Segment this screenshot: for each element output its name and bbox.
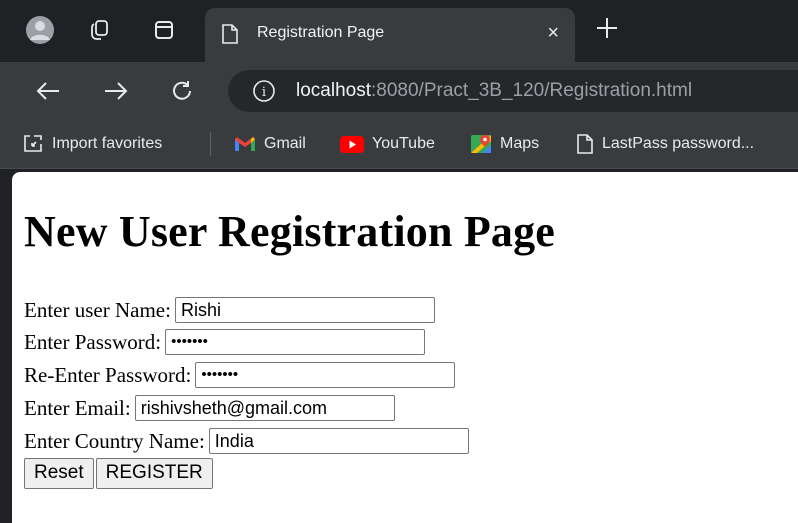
country-input[interactable]: India: [208, 428, 469, 454]
reset-button[interactable]: Reset: [24, 457, 94, 489]
workspaces-icon[interactable]: [82, 12, 118, 48]
youtube-icon: [340, 135, 364, 153]
profile-avatar-icon[interactable]: [22, 12, 58, 48]
country-label: Enter Country Name:: [24, 428, 205, 453]
country-row: Enter Country Name: India: [24, 426, 469, 456]
import-icon: [24, 135, 42, 152]
bookmark-lastpass[interactable]: LastPass password...: [576, 132, 754, 156]
url-text[interactable]: localhost:8080/Pract_3B_120/Registration…: [296, 80, 692, 102]
email-label: Enter Email:: [24, 395, 131, 420]
username-label: Enter user Name:: [24, 297, 171, 322]
navigation-toolbar: i localhost:8080/Pract_3B_120/Registrati…: [0, 62, 798, 120]
maps-icon: [471, 135, 491, 153]
page-icon: [577, 134, 593, 154]
tab-registration[interactable]: Registration Page ×: [205, 8, 575, 62]
reenter-password-input[interactable]: •••••••: [195, 362, 456, 388]
bookmark-label: LastPass password...: [602, 135, 755, 152]
close-tab-icon[interactable]: ×: [547, 22, 559, 44]
bookmark-separator: [210, 132, 211, 156]
reload-icon[interactable]: [166, 75, 198, 107]
forward-arrow-icon[interactable]: [100, 75, 132, 107]
page-title: New User Registration Page: [24, 207, 556, 256]
reenter-password-label: Re-Enter Password:: [24, 362, 192, 387]
address-bar[interactable]: i localhost:8080/Pract_3B_120/Registrati…: [228, 70, 798, 112]
page-icon: [221, 23, 239, 50]
bookmark-maps[interactable]: Maps: [470, 132, 539, 156]
tab-title: Registration Page: [257, 24, 385, 41]
bookmark-label: Maps: [500, 135, 540, 152]
tab-actions-icon[interactable]: [146, 12, 182, 48]
username-row: Enter user Name: Rishi: [24, 295, 435, 325]
register-button[interactable]: REGISTER: [95, 457, 213, 489]
tab-strip: Registration Page ×: [0, 0, 798, 62]
bookmark-gmail[interactable]: Gmail: [234, 132, 306, 156]
email-input[interactable]: rishivsheth@gmail.com: [134, 395, 395, 421]
bookmark-youtube[interactable]: YouTube: [340, 132, 435, 156]
bookmark-label: Gmail: [264, 135, 306, 152]
button-row: Reset REGISTER: [24, 457, 213, 489]
email-row: Enter Email: rishivsheth@gmail.com: [24, 393, 395, 423]
back-arrow-icon[interactable]: [32, 75, 64, 107]
page-content: New User Registration Page Enter user Na…: [12, 172, 798, 523]
username-input[interactable]: Rishi: [174, 297, 435, 323]
bookmarks-bar: Import favorites Gmail YouTube Maps Last…: [0, 120, 798, 169]
gmail-icon: [235, 137, 255, 151]
reenter-password-row: Re-Enter Password: •••••••: [24, 360, 456, 390]
bookmark-label: Import favorites: [52, 135, 163, 152]
password-input[interactable]: •••••••: [165, 329, 426, 355]
bookmark-import-favorites[interactable]: Import favorites: [22, 132, 162, 156]
site-info-icon[interactable]: i: [252, 79, 276, 108]
new-tab-icon[interactable]: [594, 15, 622, 43]
svg-text:i: i: [262, 85, 266, 100]
password-row: Enter Password: •••••••: [24, 327, 426, 357]
bookmark-label: YouTube: [372, 135, 435, 152]
password-label: Enter Password:: [24, 329, 162, 354]
